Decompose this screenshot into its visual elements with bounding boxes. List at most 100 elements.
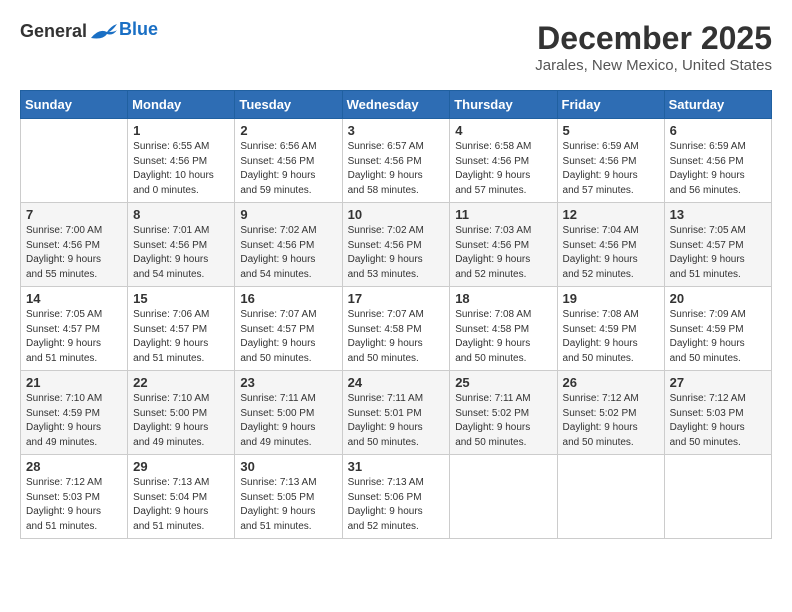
day-info: Sunrise: 7:05 AMSunset: 4:57 PMDaylight:… xyxy=(670,224,766,282)
month-title: December 2025 xyxy=(535,20,772,57)
day-info: Sunrise: 7:12 AMSunset: 5:02 PMDaylight:… xyxy=(563,392,659,450)
day-number: 10 xyxy=(348,207,445,222)
day-cell: 6Sunrise: 6:59 AMSunset: 4:56 PMDaylight… xyxy=(664,119,771,203)
day-info: Sunrise: 7:13 AMSunset: 5:06 PMDaylight:… xyxy=(348,476,445,534)
day-cell xyxy=(557,455,664,539)
day-info: Sunrise: 7:02 AMSunset: 4:56 PMDaylight:… xyxy=(240,224,336,282)
day-cell: 10 Sunrise: 7:02 AMSunset: 4:56 PMDayligh… xyxy=(342,203,450,287)
day-number: 25 xyxy=(455,375,551,390)
day-number: 20 xyxy=(670,291,766,306)
day-info: Sunrise: 7:06 AMSunset: 4:57 PMDaylight:… xyxy=(133,308,229,366)
day-cell: 23 Sunrise: 7:11 AMSunset: 5:00 PMDayligh… xyxy=(235,371,342,455)
week-row-3: 14 Sunrise: 7:05 AMSunset: 4:57 PMDayligh… xyxy=(21,287,772,371)
day-info: Sunrise: 7:00 AMSunset: 4:56 PMDaylight:… xyxy=(26,224,122,282)
day-cell xyxy=(664,455,771,539)
day-info: Sunrise: 7:12 AMSunset: 5:03 PMDaylight:… xyxy=(26,476,122,534)
day-number: 28 xyxy=(26,459,122,474)
title-section: December 2025 Jarales, New Mexico, Unite… xyxy=(535,20,772,74)
day-cell xyxy=(21,119,128,203)
day-info: Sunrise: 6:58 AMSunset: 4:56 PMDaylight:… xyxy=(455,140,551,198)
logo-bird-icon xyxy=(89,20,119,42)
day-info: Sunrise: 7:11 AMSunset: 5:02 PMDaylight:… xyxy=(455,392,551,450)
day-cell: 16Sunrise: 7:07 AMSunset: 4:57 PMDayligh… xyxy=(235,287,342,371)
day-info: Sunrise: 7:01 AMSunset: 4:56 PMDaylight:… xyxy=(133,224,229,282)
week-row-2: 7 Sunrise: 7:00 AMSunset: 4:56 PMDaylight… xyxy=(21,203,772,287)
day-number: 21 xyxy=(26,375,122,390)
day-info: Sunrise: 7:11 AMSunset: 5:01 PMDaylight:… xyxy=(348,392,445,450)
day-number: 2 xyxy=(240,123,336,138)
day-info: Sunrise: 7:10 AMSunset: 5:00 PMDaylight:… xyxy=(133,392,229,450)
day-number: 31 xyxy=(348,459,445,474)
day-cell: 26 Sunrise: 7:12 AMSunset: 5:02 PMDayligh… xyxy=(557,371,664,455)
header-saturday: Saturday xyxy=(664,91,771,119)
day-cell: 19 Sunrise: 7:08 AMSunset: 4:59 PMDayligh… xyxy=(557,287,664,371)
header-row: SundayMondayTuesdayWednesdayThursdayFrid… xyxy=(21,91,772,119)
day-cell: 22 Sunrise: 7:10 AMSunset: 5:00 PMDayligh… xyxy=(128,371,235,455)
day-number: 8 xyxy=(133,207,229,222)
day-cell: 15 Sunrise: 7:06 AMSunset: 4:57 PMDayligh… xyxy=(128,287,235,371)
day-info: Sunrise: 7:02 AMSunset: 4:56 PMDaylight:… xyxy=(348,224,445,282)
header-sunday: Sunday xyxy=(21,91,128,119)
day-number: 7 xyxy=(26,207,122,222)
day-cell: 12Sunrise: 7:04 AMSunset: 4:56 PMDayligh… xyxy=(557,203,664,287)
day-info: Sunrise: 7:11 AMSunset: 5:00 PMDaylight:… xyxy=(240,392,336,450)
day-cell: 13Sunrise: 7:05 AMSunset: 4:57 PMDayligh… xyxy=(664,203,771,287)
day-cell: 1Sunrise: 6:55 AMSunset: 4:56 PMDaylight… xyxy=(128,119,235,203)
day-number: 9 xyxy=(240,207,336,222)
day-number: 5 xyxy=(563,123,659,138)
calendar-table: SundayMondayTuesdayWednesdayThursdayFrid… xyxy=(20,90,772,539)
day-cell: 9 Sunrise: 7:02 AMSunset: 4:56 PMDaylight… xyxy=(235,203,342,287)
header-friday: Friday xyxy=(557,91,664,119)
logo: General Blue xyxy=(20,20,158,42)
day-cell: 25 Sunrise: 7:11 AMSunset: 5:02 PMDayligh… xyxy=(450,371,557,455)
day-info: Sunrise: 7:13 AMSunset: 5:05 PMDaylight:… xyxy=(240,476,336,534)
day-info: Sunrise: 6:59 AMSunset: 4:56 PMDaylight:… xyxy=(563,140,659,198)
day-cell: 24Sunrise: 7:11 AMSunset: 5:01 PMDayligh… xyxy=(342,371,450,455)
day-number: 14 xyxy=(26,291,122,306)
day-info: Sunrise: 7:10 AMSunset: 4:59 PMDaylight:… xyxy=(26,392,122,450)
day-number: 18 xyxy=(455,291,551,306)
week-row-1: 1Sunrise: 6:55 AMSunset: 4:56 PMDaylight… xyxy=(21,119,772,203)
day-cell: 27Sunrise: 7:12 AMSunset: 5:03 PMDayligh… xyxy=(664,371,771,455)
day-cell: 4 Sunrise: 6:58 AMSunset: 4:56 PMDaylight… xyxy=(450,119,557,203)
day-cell: 31 Sunrise: 7:13 AMSunset: 5:06 PMDayligh… xyxy=(342,455,450,539)
week-row-5: 28 Sunrise: 7:12 AMSunset: 5:03 PMDayligh… xyxy=(21,455,772,539)
day-cell: 14 Sunrise: 7:05 AMSunset: 4:57 PMDayligh… xyxy=(21,287,128,371)
day-number: 23 xyxy=(240,375,336,390)
day-info: Sunrise: 7:13 AMSunset: 5:04 PMDaylight:… xyxy=(133,476,229,534)
day-info: Sunrise: 7:04 AMSunset: 4:56 PMDaylight:… xyxy=(563,224,659,282)
logo-text-blue: Blue xyxy=(119,19,158,40)
day-cell: 2Sunrise: 6:56 AMSunset: 4:56 PMDaylight… xyxy=(235,119,342,203)
day-cell: 30 Sunrise: 7:13 AMSunset: 5:05 PMDayligh… xyxy=(235,455,342,539)
day-number: 4 xyxy=(455,123,551,138)
day-info: Sunrise: 7:08 AMSunset: 4:59 PMDaylight:… xyxy=(563,308,659,366)
day-info: Sunrise: 7:05 AMSunset: 4:57 PMDaylight:… xyxy=(26,308,122,366)
week-row-4: 21 Sunrise: 7:10 AMSunset: 4:59 PMDayligh… xyxy=(21,371,772,455)
day-cell: 29 Sunrise: 7:13 AMSunset: 5:04 PMDayligh… xyxy=(128,455,235,539)
day-cell: 3 Sunrise: 6:57 AMSunset: 4:56 PMDaylight… xyxy=(342,119,450,203)
day-cell: 20Sunrise: 7:09 AMSunset: 4:59 PMDayligh… xyxy=(664,287,771,371)
day-number: 15 xyxy=(133,291,229,306)
logo-text-general: General xyxy=(20,21,87,42)
day-number: 27 xyxy=(670,375,766,390)
location-title: Jarales, New Mexico, United States xyxy=(535,57,772,74)
day-cell: 17 Sunrise: 7:07 AMSunset: 4:58 PMDayligh… xyxy=(342,287,450,371)
day-cell xyxy=(450,455,557,539)
day-number: 3 xyxy=(348,123,445,138)
day-number: 17 xyxy=(348,291,445,306)
day-number: 29 xyxy=(133,459,229,474)
day-number: 19 xyxy=(563,291,659,306)
header-monday: Monday xyxy=(128,91,235,119)
day-number: 26 xyxy=(563,375,659,390)
day-number: 1 xyxy=(133,123,229,138)
day-number: 30 xyxy=(240,459,336,474)
day-info: Sunrise: 6:57 AMSunset: 4:56 PMDaylight:… xyxy=(348,140,445,198)
day-number: 16 xyxy=(240,291,336,306)
day-cell: 28 Sunrise: 7:12 AMSunset: 5:03 PMDayligh… xyxy=(21,455,128,539)
day-info: Sunrise: 7:07 AMSunset: 4:58 PMDaylight:… xyxy=(348,308,445,366)
day-cell: 21 Sunrise: 7:10 AMSunset: 4:59 PMDayligh… xyxy=(21,371,128,455)
day-info: Sunrise: 7:08 AMSunset: 4:58 PMDaylight:… xyxy=(455,308,551,366)
header-thursday: Thursday xyxy=(450,91,557,119)
day-number: 22 xyxy=(133,375,229,390)
day-cell: 18 Sunrise: 7:08 AMSunset: 4:58 PMDayligh… xyxy=(450,287,557,371)
